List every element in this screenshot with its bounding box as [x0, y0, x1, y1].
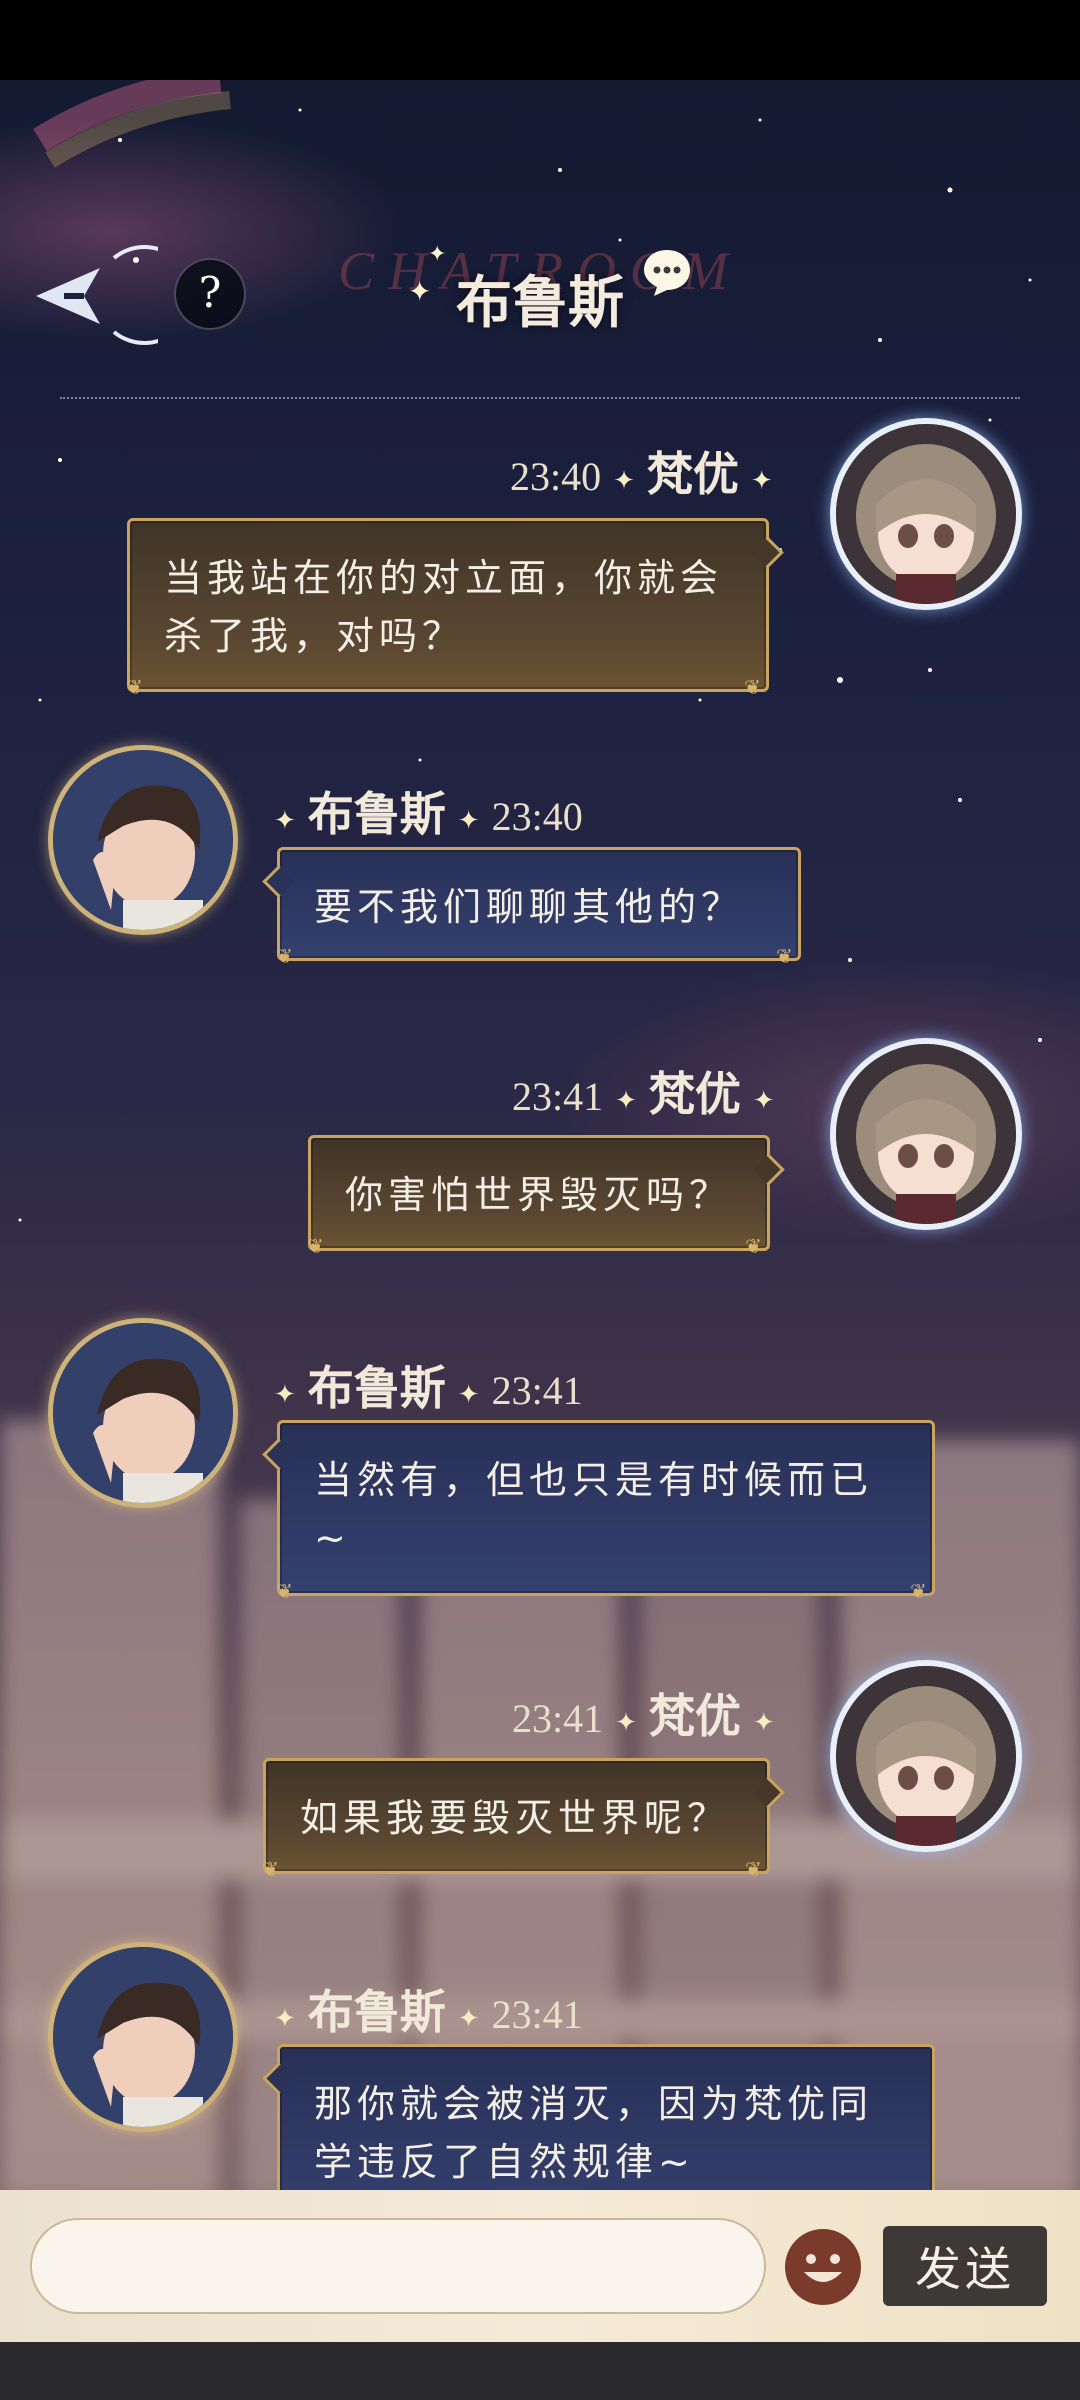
message-time: 23:40 [510, 454, 602, 499]
message-meta: 23:41 ✦ 梵优 ✦ [512, 1058, 787, 1124]
message-text: 要不我们聊聊其他的？ [314, 885, 745, 929]
sender-name: 布鲁斯 [307, 787, 446, 841]
sparkle-icon: ✦ [752, 1085, 775, 1115]
avatar-bruce[interactable] [48, 745, 238, 935]
ornament-icon: ❦ [744, 675, 766, 699]
sender-name: 布鲁斯 [307, 1985, 446, 2039]
smiley-icon [785, 2229, 861, 2305]
help-button[interactable]: ? [174, 258, 246, 330]
message-text: 那你就会被消灭，因为梵优同学违反了自然规律~ [314, 2082, 874, 2184]
avatar-fanyou[interactable] [830, 418, 1022, 610]
message-meta: ✦ 布鲁斯 ✦ 23:41 [262, 1976, 583, 2042]
message-bubble[interactable]: 当我站在你的对立面，你就会杀了我，对吗？ ❦ ❦ [126, 518, 784, 699]
ornament-icon: ❦ [745, 1234, 767, 1258]
system-navigation-bar [0, 2342, 1080, 2400]
message-time: 23:41 [491, 1992, 583, 2037]
sender-name: 梵优 [648, 1689, 741, 1743]
sparkle-icon: ✦ [274, 805, 296, 835]
sparkle-icon: ✦ [615, 1707, 637, 1737]
ornament-icon: ❦ [307, 1234, 329, 1258]
avatar-bruce[interactable] [48, 1318, 238, 1508]
message-meta: 23:41 ✦ 梵优 ✦ [512, 1680, 787, 1746]
sparkle-icon: ✦ [750, 465, 773, 495]
sparkle-icon: ✦ [752, 1707, 775, 1737]
ornament-icon: ❦ [276, 944, 298, 968]
send-button[interactable]: 发送 [883, 2226, 1047, 2306]
sender-name: 梵优 [648, 1067, 741, 1121]
sparkle-icon: ✦ [615, 1085, 637, 1115]
sparkle-icon: ✦ [457, 2003, 480, 2033]
message-time: 23:41 [512, 1696, 604, 1741]
message-text: 当然有，但也只是有时候而已~ [314, 1458, 874, 1560]
sender-name: 梵优 [646, 447, 739, 501]
message-time: 23:41 [491, 1368, 583, 1413]
ornament-icon: ❦ [276, 1579, 298, 1603]
avatar-fanyou[interactable] [830, 1038, 1022, 1230]
sender-name: 布鲁斯 [307, 1361, 446, 1415]
message-text: 如果我要毁灭世界呢？ [300, 1796, 731, 1840]
girl-portrait-icon [836, 424, 1016, 604]
ornament-icon: ❦ [745, 1857, 767, 1881]
message-meta: ✦ 布鲁斯 ✦ 23:40 [262, 778, 583, 844]
ornament-icon: ❦ [776, 944, 798, 968]
girl-portrait-icon [836, 1666, 1016, 1846]
message-bubble[interactable]: 如果我要毁灭世界呢？ ❦ ❦ [262, 1758, 785, 1881]
header-divider [60, 397, 1020, 399]
message-time: 23:40 [491, 794, 583, 839]
message-bubble[interactable]: 要不我们聊聊其他的？ ❦ ❦ [262, 847, 801, 968]
emoji-button[interactable] [784, 2228, 862, 2306]
boy-portrait-icon [53, 1323, 233, 1503]
message-text: 当我站在你的对立面，你就会杀了我，对吗？ [164, 556, 724, 658]
message-time: 23:41 [512, 1074, 604, 1119]
ornament-icon: ❦ [262, 1857, 284, 1881]
sparkle-icon: ✦ [613, 465, 635, 495]
ornament-icon: ❦ [910, 1579, 932, 1603]
girl-portrait-icon [836, 1044, 1016, 1224]
sparkle-icon: ✦ [274, 1379, 296, 1409]
back-arrow-icon [36, 245, 195, 345]
boy-portrait-icon [53, 1947, 233, 2127]
back-button[interactable] [18, 240, 195, 350]
sparkle-icon: ✦ [457, 1379, 480, 1409]
chat-bubble-icon [644, 250, 690, 296]
sparkle-icon: ✦ [457, 805, 480, 835]
message-meta: 23:40 ✦ 梵优 ✦ [510, 438, 785, 504]
boy-portrait-icon [53, 750, 233, 930]
ornament-icon: ❦ [126, 675, 148, 699]
message-bubble[interactable]: 你害怕世界毁灭吗？ ❦ ❦ [307, 1135, 785, 1258]
sparkle-icon: ✦ [274, 2003, 296, 2033]
message-meta: ✦ 布鲁斯 ✦ 23:41 [262, 1352, 583, 1418]
message-input[interactable] [30, 2218, 766, 2314]
status-bar [0, 0, 1080, 80]
avatar-bruce[interactable] [48, 1942, 238, 2132]
message-bubble[interactable]: 当然有，但也只是有时候而已~ ❦ ❦ [262, 1420, 935, 1603]
message-text: 你害怕世界毁灭吗？ [345, 1173, 733, 1217]
avatar-fanyou[interactable] [830, 1660, 1022, 1852]
